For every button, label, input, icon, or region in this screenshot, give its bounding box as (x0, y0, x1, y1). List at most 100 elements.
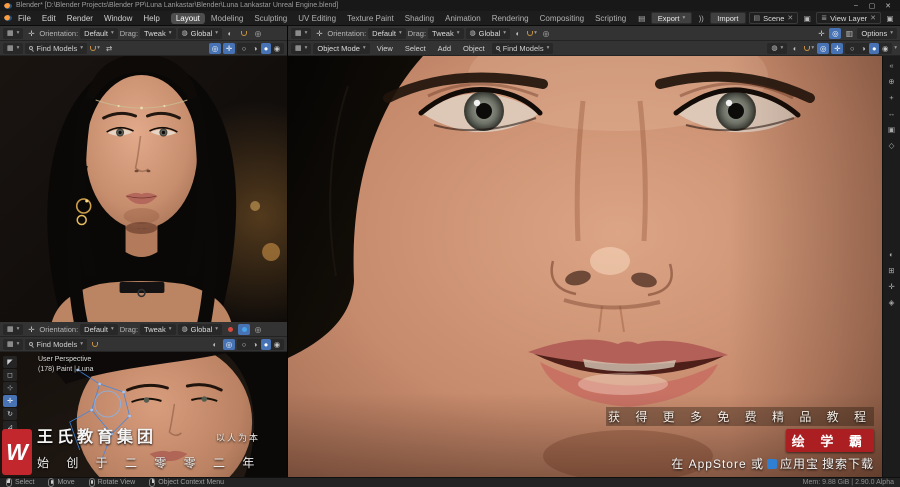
viewport-3d-portrait[interactable] (0, 56, 287, 322)
editor-type-selector[interactable]: ▦ ▾ (291, 27, 312, 39)
tab-animation[interactable]: Animation (440, 13, 486, 24)
clear-view-layer-icon[interactable]: ✕ (870, 14, 876, 22)
camera-view-icon[interactable]: ▣ (885, 124, 899, 135)
editor-type-selector[interactable]: ▦ ▾ (291, 42, 312, 54)
shading-rendered-icon[interactable]: ◉ (272, 43, 282, 54)
new-view-layer-icon[interactable]: ▣ (884, 12, 896, 24)
tab-modeling[interactable]: Modeling (206, 13, 248, 24)
proportional-editing-icon[interactable]: ◐ (224, 28, 236, 39)
tool-annotate[interactable]: ✎ (3, 447, 17, 459)
editor-type-selector[interactable]: ▦ ▾ (3, 42, 24, 54)
viewport-3d-closeup[interactable]: « ⊕ + ↔ ▣ ◇ ◐ ⊞ ✛ ◈ 获 得 更 多 免 费 精 品 教 程 … (288, 56, 900, 477)
minimize-button[interactable]: – (848, 2, 864, 10)
chevron-down-icon[interactable]: ▾ (894, 45, 897, 51)
tab-shading[interactable]: Shading (400, 13, 439, 24)
gizmos-toggle-icon[interactable]: ✛ (831, 42, 844, 54)
tab-layout[interactable]: Layout (170, 12, 205, 24)
shading-material-icon[interactable]: ● (261, 338, 271, 350)
gizmos-toggle-icon[interactable]: ✛ (223, 42, 235, 54)
shading-material-icon[interactable]: ● (261, 42, 271, 54)
tool-tweak-select[interactable]: ◤ (3, 356, 17, 368)
overlays-toggle-icon[interactable]: ◎ (829, 27, 842, 39)
snap-magnet-icon[interactable] (89, 339, 101, 350)
brush-color-red-icon[interactable] (224, 324, 236, 335)
snap-magnet-icon[interactable]: ▾ (526, 28, 538, 39)
viewport-3d-paint[interactable]: ◤ ◻ ⊹ ✛ ↻ ⊿ ◈ ✎ User Perspective (178) P… (0, 352, 287, 477)
menu-add[interactable]: Add (433, 43, 456, 54)
transform-orientation-dropdown[interactable]: ◍ Global ▾ (465, 27, 511, 39)
drag-dropdown[interactable]: Tweak ▾ (140, 27, 176, 39)
shading-wireframe-icon[interactable]: ○ (847, 43, 857, 54)
pan-icon[interactable]: ↔ (885, 108, 899, 119)
screen-icon[interactable]: ▤ (636, 12, 648, 24)
tab-texture-paint[interactable]: Texture Paint (342, 13, 399, 24)
editor-type-selector[interactable]: ▦ ▾ (3, 323, 24, 335)
tab-scripting[interactable]: Scripting (590, 13, 631, 24)
ortho-toggle-icon[interactable]: ◇ (885, 140, 899, 151)
tool-cursor[interactable]: ⊹ (3, 382, 17, 394)
editor-type-selector[interactable]: ▦ ▾ (3, 338, 24, 350)
shading-rendered-icon[interactable]: ◉ (880, 43, 890, 54)
tab-uv-editing[interactable]: UV Editing (293, 13, 341, 24)
proportional-editing-icon[interactable]: ◐ (789, 43, 801, 54)
overlap-circles-icon[interactable]: ◎ (252, 28, 264, 39)
shading-wireframe-icon[interactable]: ○ (239, 43, 249, 54)
menu-window[interactable]: Window (99, 13, 137, 24)
view-layer-selector[interactable]: ≣ View Layer ✕ (816, 12, 881, 24)
scene-selector[interactable]: ▤ Scene ✕ (748, 12, 799, 24)
tool-move[interactable]: ✛ (3, 395, 17, 407)
find-models-search[interactable]: Find Models ▾ (25, 338, 88, 350)
new-scene-icon[interactable]: ▣ (801, 12, 813, 24)
tool-scale[interactable]: ⊿ (3, 421, 17, 433)
menu-object[interactable]: Object (458, 43, 490, 54)
proportional-editing-icon[interactable]: ◐ (512, 28, 524, 39)
options-dropdown[interactable]: Options ▾ (857, 27, 897, 39)
proportional-editing-icon[interactable]: ◐ (209, 339, 221, 350)
shading-rendered-icon[interactable]: ◉ (272, 339, 282, 350)
editor-type-selector[interactable]: ▦ ▾ (3, 27, 24, 39)
orientation-dropdown[interactable]: Default ▾ (368, 27, 406, 39)
close-button[interactable]: ✕ (880, 2, 896, 10)
menu-file[interactable]: File (13, 13, 36, 24)
snap-magnet-icon[interactable]: ▾ (89, 43, 101, 54)
tool-rotate[interactable]: ↻ (3, 408, 17, 420)
shading-solid-icon[interactable]: ◑ (250, 339, 260, 350)
snap-magnet-icon[interactable]: ▾ (803, 43, 815, 54)
shading-wireframe-icon[interactable]: ○ (239, 339, 249, 350)
maximize-button[interactable]: ▢ (864, 2, 880, 10)
global-pivot-dropdown[interactable]: ◍ ▾ (767, 42, 788, 54)
tab-sculpting[interactable]: Sculpting (249, 13, 292, 24)
swap-icon[interactable]: ⇄ (103, 43, 115, 54)
orientation-dropdown[interactable]: Default ▾ (80, 323, 118, 335)
snap-magnet-icon[interactable] (238, 28, 250, 39)
tab-rendering[interactable]: Rendering (487, 13, 534, 24)
overlays-toggle-icon[interactable]: ◎ (223, 338, 235, 350)
tool-transform[interactable]: ◈ (3, 434, 17, 446)
drag-dropdown[interactable]: Tweak ▾ (140, 323, 176, 335)
gizmo-extra-2-icon[interactable]: ⊞ (885, 265, 899, 276)
blender-menu-icon[interactable] (4, 15, 12, 21)
transform-gizmo-icon[interactable]: ✛ (25, 28, 37, 39)
drag-dropdown[interactable]: Tweak ▾ (428, 27, 464, 39)
transform-orientation-dropdown[interactable]: ◍ Global ▾ (177, 27, 223, 39)
overlap-circles-icon[interactable]: ◎ (540, 28, 552, 39)
clear-scene-icon[interactable]: ✕ (787, 14, 793, 22)
brush-blue-icon[interactable] (238, 323, 251, 335)
orientation-dropdown[interactable]: Default ▾ (80, 27, 118, 39)
export-button[interactable]: Export ▾ (650, 12, 693, 24)
shading-solid-icon[interactable]: ◑ (858, 43, 868, 54)
zoom-icon[interactable]: + (885, 92, 899, 103)
tool-box-select[interactable]: ◻ (3, 369, 17, 381)
menu-edit[interactable]: Edit (37, 13, 61, 24)
menu-help[interactable]: Help (138, 13, 164, 24)
transform-gizmo-icon[interactable]: ✛ (313, 28, 325, 39)
find-models-search[interactable]: Find Models ▾ (25, 42, 88, 54)
gizmos-toggle-icon[interactable]: ✛ (815, 28, 827, 39)
gizmo-extra-3-icon[interactable]: ✛ (885, 281, 899, 292)
import-button[interactable]: Import (710, 12, 746, 24)
gizmo-extra-1-icon[interactable]: ◐ (885, 249, 899, 260)
menu-view[interactable]: View (372, 43, 398, 54)
menu-render[interactable]: Render (62, 13, 98, 24)
shading-material-icon[interactable]: ● (869, 42, 880, 54)
overlap-circles-icon[interactable]: ◎ (252, 324, 264, 335)
